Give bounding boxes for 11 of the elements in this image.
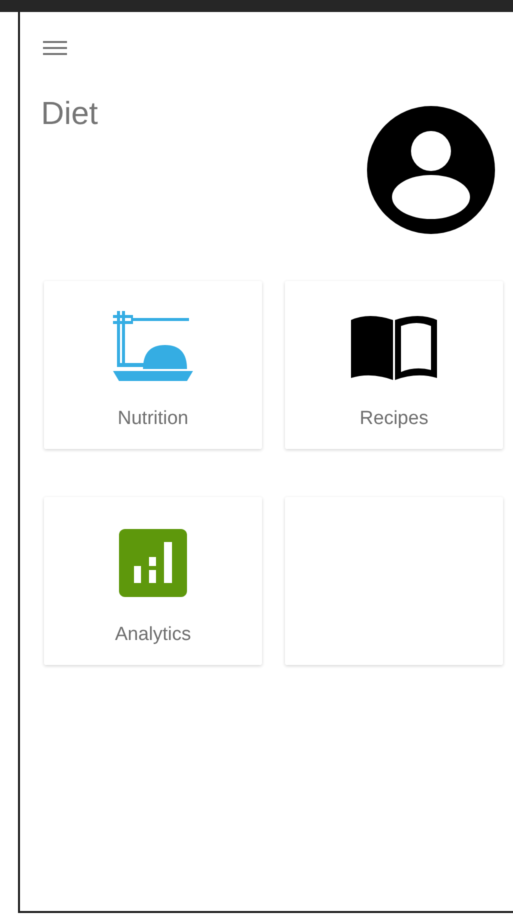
avatar-icon[interactable]: [367, 106, 495, 234]
fork-plate-icon: [113, 311, 193, 383]
card-label: Recipes: [360, 408, 428, 430]
menu-card[interactable]: Recipes: [285, 281, 503, 449]
menu-icon[interactable]: [43, 41, 67, 55]
page-title: Diet: [41, 95, 98, 132]
card-label: Nutrition: [118, 408, 188, 430]
menu-card[interactable]: Analytics: [44, 497, 262, 665]
card-label: Analytics: [114, 624, 192, 646]
menu-card[interactable]: Nutrition: [44, 281, 262, 449]
chart-icon: [117, 527, 189, 599]
